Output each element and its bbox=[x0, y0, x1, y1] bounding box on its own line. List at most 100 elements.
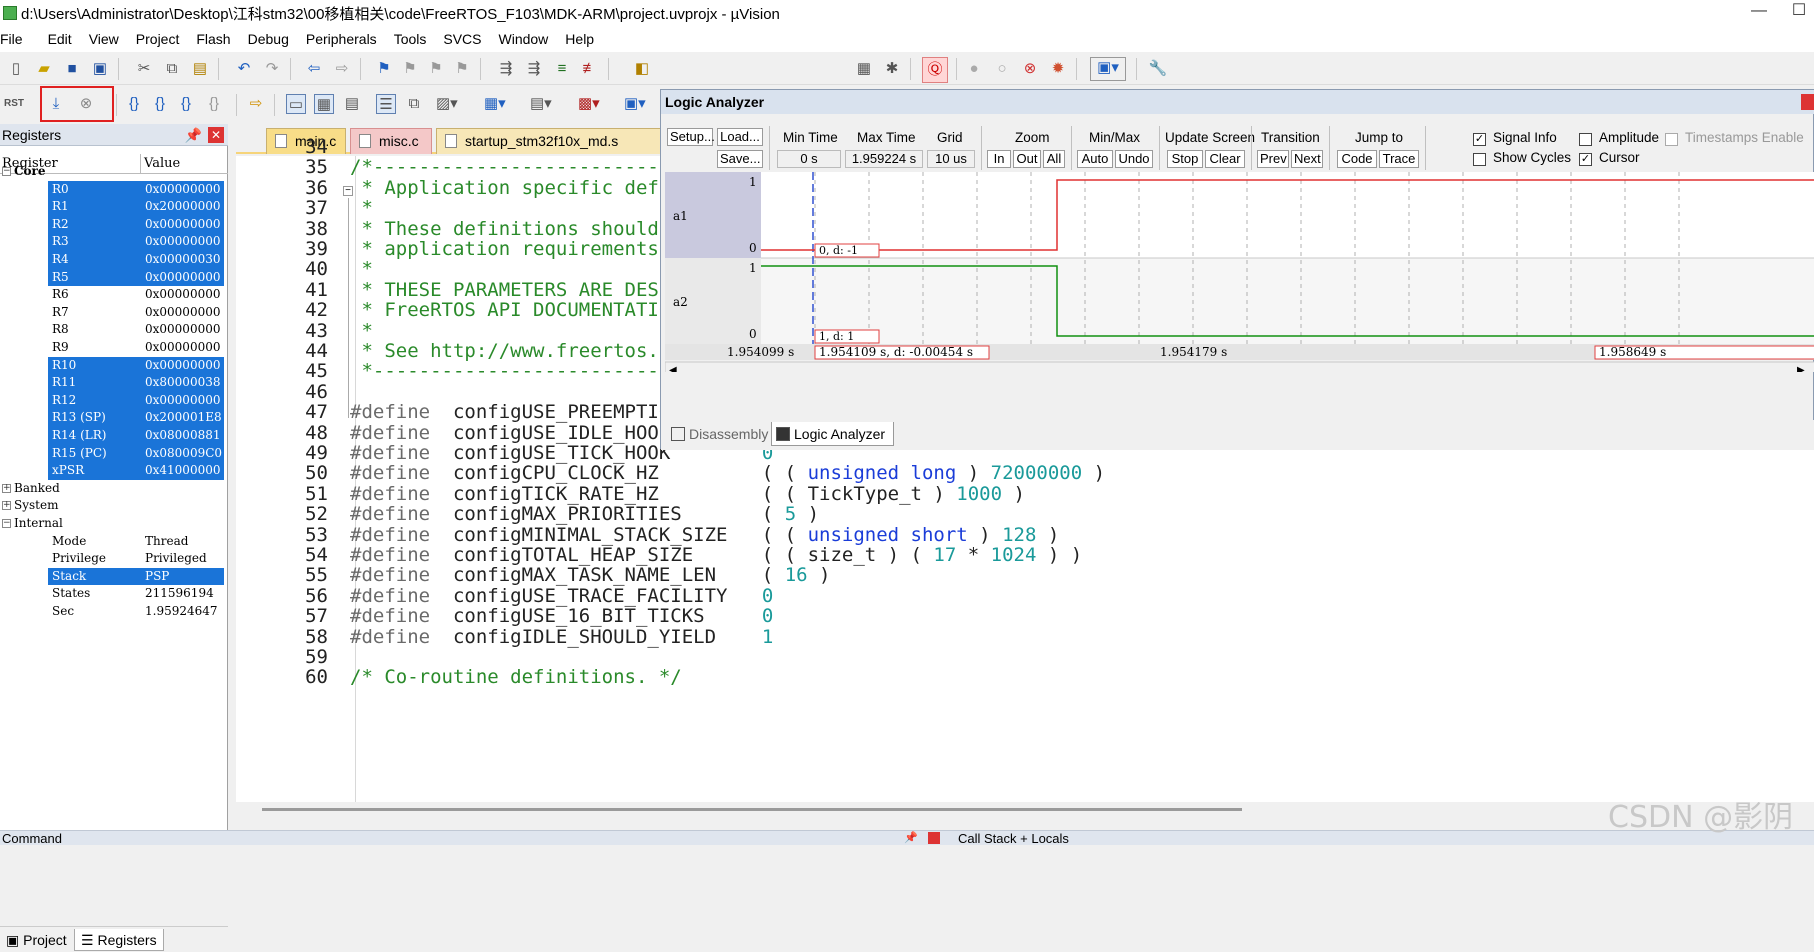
code-line[interactable]: * application requirements. bbox=[350, 238, 670, 262]
close-icon[interactable] bbox=[1801, 94, 1814, 110]
bookmark-icon[interactable]: ⚑ bbox=[374, 59, 394, 79]
register-row[interactable]: R9 0x00000000 bbox=[0, 339, 228, 357]
redo-icon[interactable]: ↷ bbox=[262, 59, 282, 79]
register-row[interactable]: R3 0x00000000 bbox=[0, 233, 228, 251]
pin-icon[interactable]: 📌 bbox=[904, 831, 918, 846]
save-all-icon[interactable]: ▣ bbox=[90, 59, 110, 79]
setup-button[interactable]: Setup... bbox=[667, 128, 715, 146]
tab-logic-analyzer[interactable]: Logic Analyzer bbox=[771, 422, 895, 446]
group-internal[interactable]: − Internal bbox=[0, 515, 228, 533]
signal-info-checkbox[interactable]: ✓ bbox=[1473, 133, 1486, 146]
register-value[interactable]: 0x20000000 bbox=[145, 198, 221, 216]
memory-window-icon[interactable]: ▦▾ bbox=[484, 94, 506, 114]
next-button[interactable]: Next bbox=[1291, 150, 1323, 168]
register-row[interactable]: R4 0x00000030 bbox=[0, 251, 228, 269]
incremental-find-icon[interactable]: ✱ bbox=[882, 59, 902, 79]
expand-toggle-icon[interactable]: − bbox=[2, 519, 11, 528]
code-line[interactable]: /* Co-routine definitions. */ bbox=[350, 666, 682, 690]
menu-tools[interactable]: Tools bbox=[386, 31, 436, 47]
copy-icon[interactable]: ⧉ bbox=[162, 59, 182, 79]
save-button[interactable]: Save... bbox=[717, 150, 763, 168]
find-icon[interactable]: ▦ bbox=[854, 59, 874, 79]
scroll-right-icon[interactable]: ▶ bbox=[1797, 365, 1805, 376]
show-cycles-checkbox[interactable] bbox=[1473, 153, 1486, 166]
trace-button[interactable]: Trace bbox=[1379, 150, 1419, 168]
menu-help[interactable]: Help bbox=[557, 31, 603, 47]
menu-file[interactable]: File bbox=[0, 31, 32, 47]
register-value[interactable]: PSP bbox=[145, 567, 170, 586]
debug-session-icon[interactable]: Ⓠ bbox=[922, 57, 948, 83]
menu-flash[interactable]: Flash bbox=[188, 31, 239, 47]
register-value[interactable]: 0x00000000 bbox=[145, 268, 221, 287]
group-banked[interactable]: + Banked bbox=[0, 480, 228, 498]
stop-button[interactable]: Stop bbox=[1167, 150, 1203, 168]
signal-a2-band[interactable] bbox=[761, 258, 1814, 344]
register-value[interactable]: 1.95924647 bbox=[145, 603, 218, 621]
register-value[interactable]: 0x00000030 bbox=[145, 251, 221, 269]
step-out-icon[interactable]: {} bbox=[176, 94, 196, 114]
code-button[interactable]: Code bbox=[1337, 150, 1377, 168]
breakpoint-icon[interactable]: ● bbox=[964, 59, 984, 79]
watch-window-icon[interactable]: ▨▾ bbox=[436, 94, 458, 114]
register-row[interactable]: R11 0x80000038 bbox=[0, 374, 228, 392]
register-row[interactable]: Sec 1.95924647 bbox=[0, 603, 228, 621]
code-line[interactable]: #define configIDLE_SHOULD_YIELD 1 bbox=[350, 626, 773, 650]
indent-icon[interactable]: ⇶ bbox=[496, 59, 516, 79]
symbols-window-icon[interactable]: ▤ bbox=[342, 94, 362, 114]
pin-icon[interactable]: 📌 bbox=[185, 124, 202, 146]
tab-startup-s[interactable]: startup_stm32f10x_md.s bbox=[436, 128, 676, 154]
zoom-out-button[interactable]: Out bbox=[1013, 150, 1041, 168]
expand-toggle-icon[interactable]: + bbox=[2, 501, 11, 511]
expand-toggle-icon[interactable]: + bbox=[2, 483, 11, 493]
configure-icon[interactable]: 🔧 bbox=[1148, 59, 1168, 79]
register-value[interactable]: 0x00000000 bbox=[145, 180, 221, 199]
group-core[interactable]: − Core bbox=[0, 163, 228, 181]
disassembly-window-icon[interactable]: ▦ bbox=[314, 94, 334, 114]
register-value[interactable]: 0x80000038 bbox=[145, 374, 221, 392]
step-over-icon[interactable]: {} bbox=[150, 94, 170, 114]
waveform-svg[interactable]: a1 1 0 0, d: -1 a2 1 0 1, d: 1 1.954099 s 1.95410… bbox=[664, 172, 1814, 377]
zoom-all-button[interactable]: All bbox=[1043, 150, 1065, 168]
save-icon[interactable]: ■ bbox=[62, 59, 82, 79]
tab-registers[interactable]: ☰ Registers bbox=[74, 929, 164, 951]
amplitude-checkbox[interactable] bbox=[1579, 133, 1592, 146]
register-value[interactable]: 0x41000000 bbox=[145, 462, 221, 480]
register-row[interactable]: R0 0x00000000 bbox=[0, 180, 228, 199]
run-to-cursor-icon[interactable]: {} bbox=[204, 94, 224, 114]
waveform-hscroll[interactable] bbox=[664, 361, 1814, 377]
register-row[interactable]: R1 0x20000000 bbox=[0, 198, 228, 216]
bookmark-clear-icon[interactable]: ⚑ bbox=[452, 59, 472, 79]
tab-misc-c[interactable]: misc.c bbox=[350, 128, 432, 154]
show-next-statement-icon[interactable]: ⇨ bbox=[246, 94, 266, 114]
timestamps-checkbox[interactable] bbox=[1665, 133, 1678, 146]
load-button[interactable]: Load... bbox=[717, 128, 763, 146]
editor-hscroll[interactable] bbox=[262, 803, 1814, 817]
register-row[interactable]: States 211596194 bbox=[0, 585, 228, 603]
bookmark-next-icon[interactable]: ⚑ bbox=[426, 59, 446, 79]
register-value[interactable]: 0x00000000 bbox=[145, 304, 220, 322]
step-into-icon[interactable]: {} bbox=[124, 94, 144, 114]
register-value[interactable]: Thread bbox=[145, 533, 188, 551]
nav-back-icon[interactable]: ⇦ bbox=[304, 59, 324, 79]
undo-icon[interactable]: ↶ bbox=[234, 59, 254, 79]
expand-toggle-icon[interactable]: − bbox=[2, 167, 11, 176]
bookmark-prev-icon[interactable]: ⚑ bbox=[400, 59, 420, 79]
cursor-checkbox[interactable]: ✓ bbox=[1579, 153, 1592, 166]
scroll-left-icon[interactable]: ◀ bbox=[669, 365, 677, 376]
breakpoint-disable-icon[interactable]: ○ bbox=[992, 59, 1012, 79]
register-value[interactable]: 0x00000000 bbox=[145, 215, 221, 234]
window-layout-icon[interactable]: ▣▾ bbox=[1090, 57, 1126, 81]
new-file-icon[interactable]: ▯ bbox=[6, 59, 26, 79]
zoom-in-button[interactable]: In bbox=[987, 150, 1011, 168]
register-row[interactable]: R6 0x00000000 bbox=[0, 286, 228, 304]
register-row[interactable]: xPSR 0x41000000 bbox=[0, 462, 228, 480]
register-value[interactable]: 0x080009C0 bbox=[145, 444, 223, 463]
group-system[interactable]: + System bbox=[0, 497, 228, 515]
comment-icon[interactable]: ≡ bbox=[552, 59, 572, 79]
unindent-icon[interactable]: ⇶ bbox=[524, 59, 544, 79]
close-icon[interactable]: ✕ bbox=[208, 127, 224, 143]
breakpoint-disable-all-icon[interactable]: ⊗ bbox=[1020, 59, 1040, 79]
menu-debug[interactable]: Debug bbox=[240, 31, 298, 47]
clear-button[interactable]: Clear bbox=[1205, 150, 1245, 168]
register-row[interactable]: R13 (SP) 0x200001E8 bbox=[0, 409, 228, 427]
